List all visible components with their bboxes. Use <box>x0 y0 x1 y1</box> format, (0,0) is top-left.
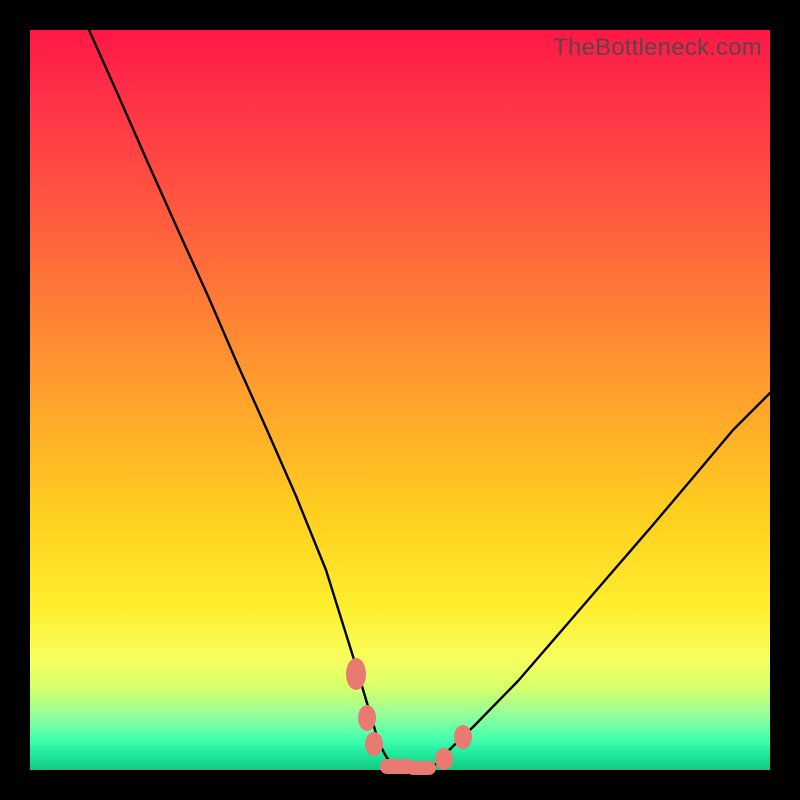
plot-area: TheBottleneck.com <box>30 30 770 770</box>
marker-dot <box>454 725 472 749</box>
marker-dot <box>365 732 383 756</box>
curve-svg <box>30 30 770 770</box>
chart-frame: TheBottleneck.com <box>0 0 800 800</box>
marker-dot <box>435 748 453 770</box>
trough-markers <box>346 658 472 775</box>
marker-pill <box>406 761 436 775</box>
bottleneck-curve <box>89 30 770 770</box>
marker-dot <box>358 705 376 731</box>
marker-dot <box>346 658 366 690</box>
